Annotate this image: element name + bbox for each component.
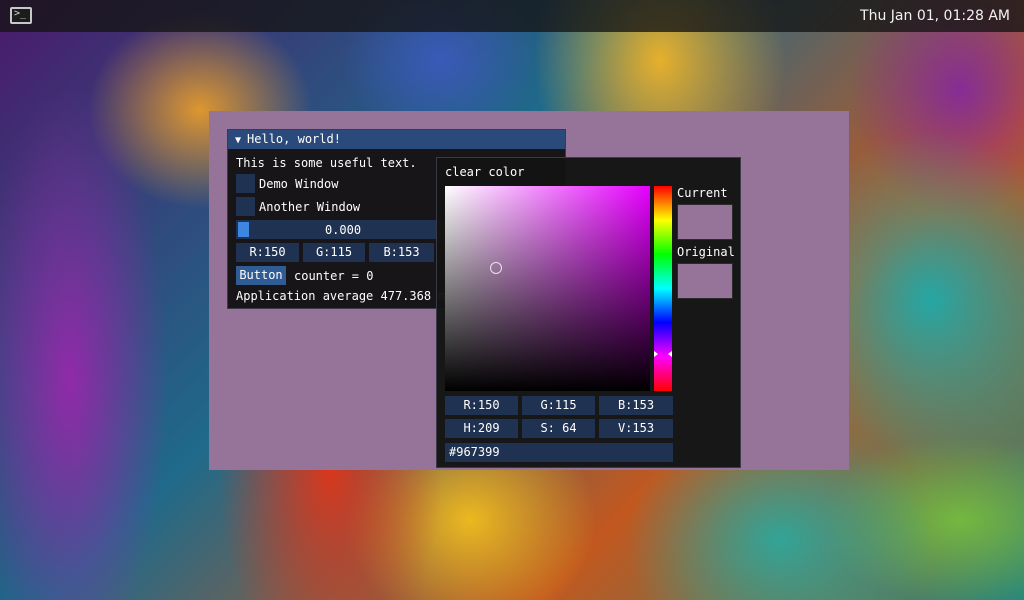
original-label: Original — [677, 245, 735, 259]
top-panel: >_ Thu Jan 01, 01:28 AM — [0, 0, 1024, 32]
counter-button[interactable]: Button — [236, 266, 286, 285]
color-picker-popup[interactable]: clear color Current Original R:150 G:115… — [436, 157, 741, 468]
current-color-swatch — [677, 204, 733, 240]
picker-title: clear color — [445, 165, 525, 179]
picker-s-field[interactable]: S: 64 — [522, 419, 595, 438]
picker-v-field[interactable]: V:153 — [599, 419, 673, 438]
triangle-down-icon[interactable]: ▼ — [235, 131, 241, 150]
another-window-checkbox[interactable] — [236, 197, 255, 216]
current-label: Current — [677, 186, 728, 200]
color-g-field[interactable]: G:115 — [303, 243, 365, 262]
picker-g-field[interactable]: G:115 — [522, 396, 595, 415]
window-title: Hello, world! — [247, 132, 341, 146]
window-title-bar[interactable]: ▼ Hello, world! — [228, 130, 565, 149]
demo-window-label: Demo Window — [259, 177, 339, 191]
color-b-field[interactable]: B:153 — [369, 243, 434, 262]
original-color-swatch[interactable] — [677, 263, 733, 299]
hex-input[interactable]: #967399 — [445, 443, 673, 462]
slider-value: 0.000 — [324, 223, 362, 237]
terminal-prompt-glyph: >_ — [14, 8, 27, 19]
useful-text: This is some useful text. — [236, 156, 417, 170]
hue-marker-right — [668, 351, 672, 358]
panel-clock[interactable]: Thu Jan 01, 01:28 AM — [860, 8, 1010, 24]
hue-marker-left — [654, 351, 658, 358]
demo-window-checkbox[interactable] — [236, 174, 255, 193]
float-slider[interactable]: 0.000 — [236, 220, 450, 239]
picker-b-field[interactable]: B:153 — [599, 396, 673, 415]
color-r-field[interactable]: R:150 — [236, 243, 299, 262]
framerate-text: Application average 477.368 m — [236, 289, 446, 303]
hue-bar[interactable] — [654, 186, 672, 391]
counter-text: counter = 0 — [294, 269, 374, 283]
terminal-icon[interactable]: >_ — [10, 7, 32, 24]
sv-cursor[interactable] — [490, 262, 503, 274]
picker-h-field[interactable]: H:209 — [445, 419, 518, 438]
saturation-value-square[interactable] — [445, 186, 650, 391]
another-window-label: Another Window — [259, 200, 361, 214]
picker-r-field[interactable]: R:150 — [445, 396, 518, 415]
